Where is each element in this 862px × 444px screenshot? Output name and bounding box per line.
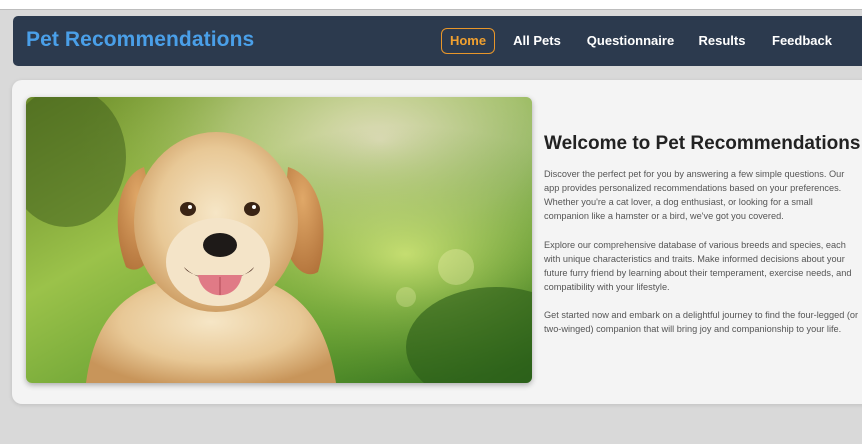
welcome-card: Welcome to Pet Recommendations Discover …	[12, 80, 862, 404]
nav-all-pets[interactable]: All Pets	[508, 28, 566, 54]
golden-retriever-photo	[26, 97, 532, 383]
nav-results[interactable]: Results	[693, 28, 751, 54]
nav-questionnaire[interactable]: Questionnaire	[583, 28, 678, 54]
welcome-title: Welcome to Pet Recommendations	[544, 133, 861, 154]
intro-paragraph-3: Get started now and embark on a delightf…	[544, 310, 859, 335]
nav-home[interactable]: Home	[441, 28, 495, 54]
nav-feedback[interactable]: Feedback	[768, 28, 836, 54]
intro-paragraph-2: Explore our comprehensive database of va…	[544, 240, 852, 293]
browser-top-strip	[0, 0, 862, 10]
navbar: Pet Recommendations Home All Pets Questi…	[13, 16, 862, 66]
nav-links: Home All Pets Questionnaire Results Feed…	[13, 16, 862, 66]
intro-paragraph-1: Discover the perfect pet for you by answ…	[544, 169, 845, 222]
